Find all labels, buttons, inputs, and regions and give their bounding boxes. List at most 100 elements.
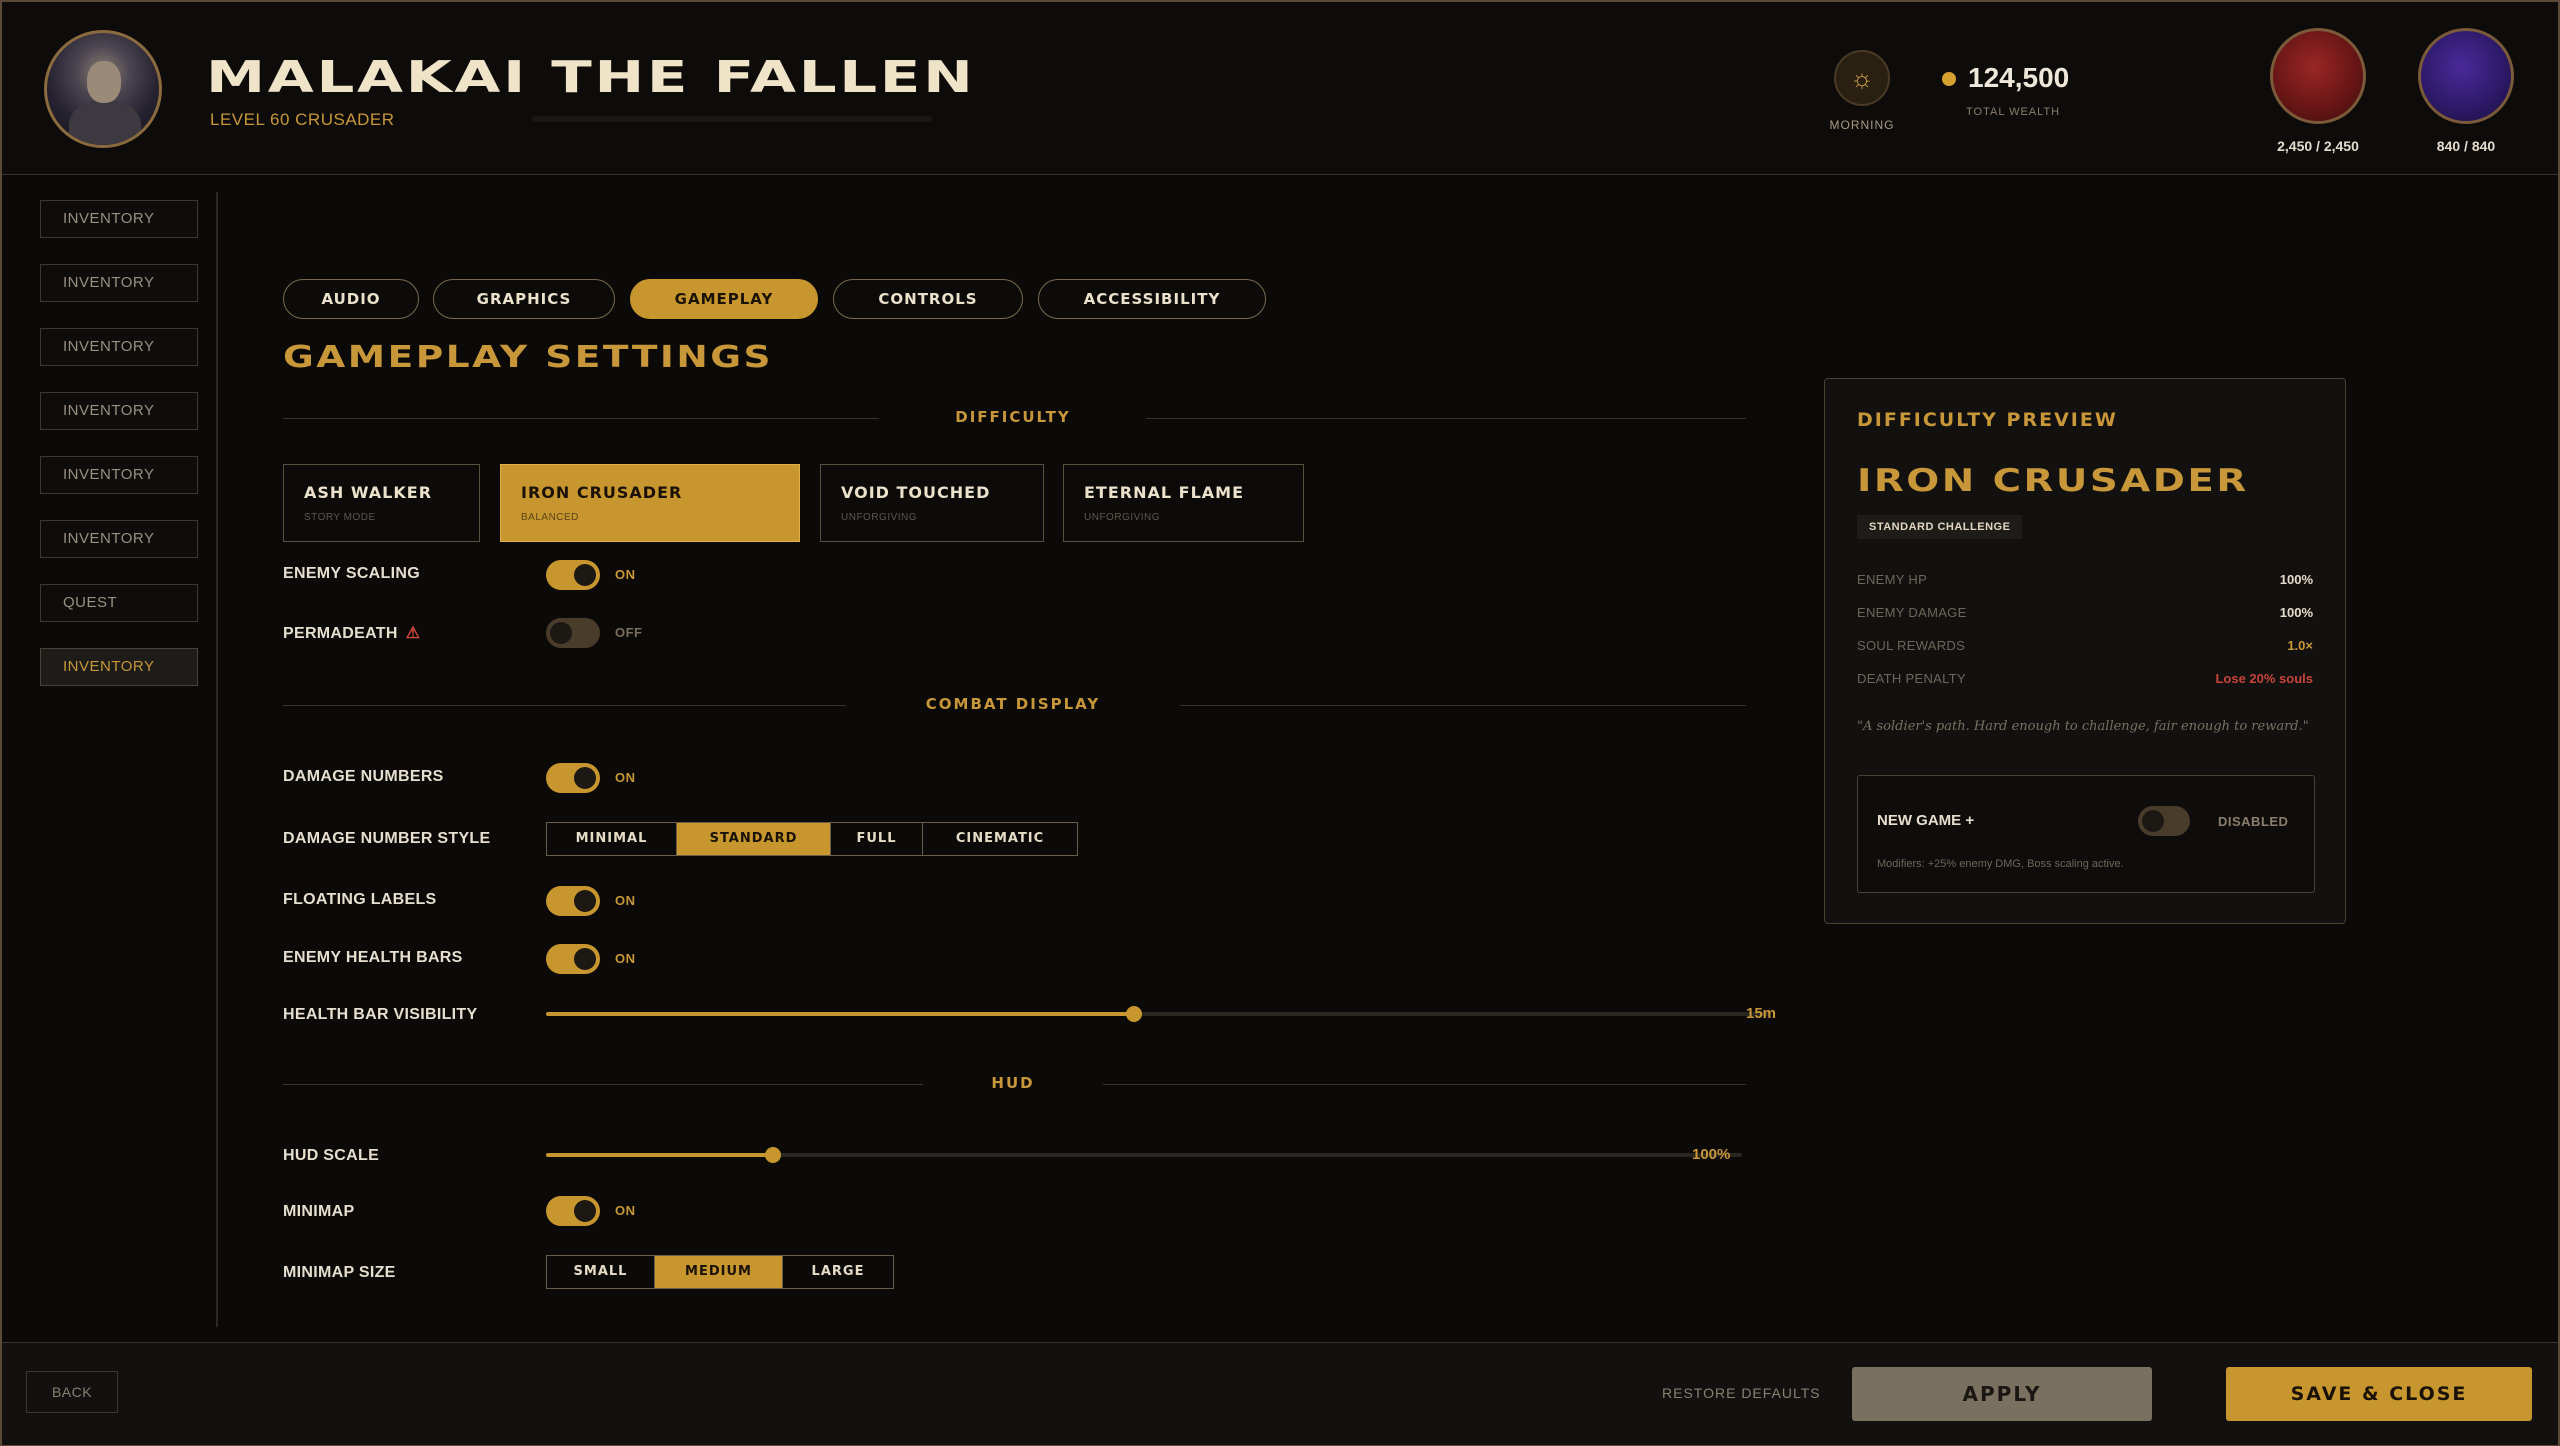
time-of-day-label: MORNING <box>1829 118 1895 132</box>
enemy-health-bars-state: ON <box>615 951 636 966</box>
tab-accessibility[interactable]: ACCESSIBILITY <box>1038 279 1266 319</box>
enemy-scaling-toggle[interactable] <box>546 560 600 590</box>
minimap-label: MINIMAP <box>283 1203 355 1220</box>
health-bar-visibility-slider[interactable] <box>546 1006 1770 1022</box>
sidebar-item-inventory[interactable]: INVENTORY <box>40 264 198 302</box>
floating-labels-toggle[interactable] <box>546 886 600 916</box>
health-bar-visibility-value: 15m <box>1746 1005 1777 1022</box>
permadeath-state: OFF <box>615 625 643 640</box>
floating-labels-label: FLOATING LABELS <box>283 891 437 908</box>
footer-bar: BACK RESTORE DEFAULTS APPLY SAVE & CLOSE <box>2 1342 2558 1445</box>
page-title: GAMEPLAY SETTINGS <box>283 340 774 375</box>
challenge-badge: STANDARD CHALLENGE <box>1857 515 2023 539</box>
slider-handle[interactable] <box>1125 1006 1142 1022</box>
section-divider <box>283 1084 923 1085</box>
section-title-hud: HUD <box>991 1074 1035 1092</box>
difficulty-subtitle: STORY MODE <box>304 512 376 523</box>
permadeath-label: PERMADEATH ⚠ <box>283 623 420 643</box>
damage-number-style-selector: MINIMAL STANDARD FULL CINEMATIC <box>546 822 1078 856</box>
enemy-health-bars-toggle[interactable] <box>546 944 600 974</box>
sidebar-item-quest[interactable]: QUEST <box>40 584 198 622</box>
sidebar-item-inventory[interactable]: INVENTORY <box>40 456 198 494</box>
tab-controls[interactable]: CONTROLS <box>833 279 1023 319</box>
stat-label-death-penalty: DEATH PENALTY <box>1857 671 1966 686</box>
minimap-size-selector: SMALL MEDIUM LARGE <box>546 1255 894 1289</box>
warning-icon: ⚠ <box>405 625 421 642</box>
save-and-close-button[interactable]: SAVE & CLOSE <box>2226 1367 2532 1421</box>
section-divider <box>1180 705 1746 706</box>
damage-numbers-toggle[interactable] <box>546 763 600 793</box>
tab-graphics[interactable]: GRAPHICS <box>433 279 615 319</box>
style-option-minimal[interactable]: MINIMAL <box>547 823 677 855</box>
sidebar-item-inventory[interactable]: INVENTORY <box>40 200 198 238</box>
new-game-plus-label: NEW GAME + <box>1877 812 1975 829</box>
avatar-armor <box>69 101 141 145</box>
sidebar-divider <box>216 192 218 1327</box>
size-option-small[interactable]: SMALL <box>547 1256 655 1288</box>
slider-fill <box>546 1153 774 1157</box>
avatar-face <box>87 61 121 103</box>
sidebar-item-inventory-active[interactable]: INVENTORY <box>40 648 198 686</box>
tab-audio[interactable]: AUDIO <box>283 279 419 319</box>
difficulty-option-iron-crusader[interactable]: IRON CRUSADER BALANCED <box>500 464 800 542</box>
toggle-knob <box>2142 810 2164 832</box>
back-button[interactable]: BACK <box>26 1371 118 1413</box>
difficulty-subtitle: UNFORGIVING <box>841 512 918 523</box>
enemy-scaling-label: ENEMY SCALING <box>283 565 420 582</box>
permadeath-text: PERMADEATH <box>283 625 398 642</box>
permadeath-toggle[interactable] <box>546 618 600 648</box>
health-value: 2,450 / 2,450 <box>2277 138 2359 154</box>
restore-defaults-button[interactable]: RESTORE DEFAULTS <box>1662 1385 1821 1401</box>
wealth-label: TOTAL WEALTH <box>1966 106 2061 118</box>
stat-label-enemy-damage: ENEMY DAMAGE <box>1857 605 1967 620</box>
apply-button[interactable]: APPLY <box>1852 1367 2152 1421</box>
character-header: MALAKAI THE FALLEN LEVEL 60 CRUSADER ☼ M… <box>2 2 2558 175</box>
size-option-medium[interactable]: MEDIUM <box>655 1256 783 1288</box>
style-option-cinematic[interactable]: CINEMATIC <box>923 823 1077 855</box>
health-orb <box>2270 28 2366 124</box>
section-divider <box>1146 418 1746 419</box>
stat-value-enemy-damage: 100% <box>2279 605 2313 620</box>
difficulty-preview-panel: DIFFICULTY PREVIEW IRON CRUSADER STANDAR… <box>1824 378 2346 924</box>
sidebar-item-inventory[interactable]: INVENTORY <box>40 392 198 430</box>
stat-value-soul-rewards: 1.0× <box>2287 638 2313 653</box>
minimap-toggle[interactable] <box>546 1196 600 1226</box>
style-option-full[interactable]: FULL <box>831 823 923 855</box>
difficulty-subtitle: UNFORGIVING <box>1084 512 1161 523</box>
gold-coin-icon <box>1942 72 1956 86</box>
sidebar-item-inventory[interactable]: INVENTORY <box>40 328 198 366</box>
damage-numbers-label: DAMAGE NUMBERS <box>283 768 444 785</box>
toggle-knob <box>574 890 596 912</box>
enemy-scaling-state: ON <box>615 567 636 582</box>
toggle-knob <box>574 948 596 970</box>
preview-difficulty-name: IRON CRUSADER <box>1857 463 2249 499</box>
preview-title: DIFFICULTY PREVIEW <box>1857 409 2118 431</box>
floating-labels-state: ON <box>615 893 636 908</box>
difficulty-flavor-quote: "A soldier's path. Hard enough to challe… <box>1857 719 2309 734</box>
tab-gameplay[interactable]: GAMEPLAY <box>630 279 818 319</box>
stat-value-enemy-hp: 100% <box>2279 572 2313 587</box>
hud-scale-label: HUD SCALE <box>283 1147 380 1164</box>
new-game-plus-box: NEW GAME + DISABLED Modifiers: +25% enem… <box>1857 775 2315 893</box>
hud-scale-slider[interactable] <box>546 1147 1742 1163</box>
new-game-plus-toggle[interactable] <box>2138 806 2190 836</box>
character-avatar <box>44 30 162 148</box>
difficulty-option-void-touched[interactable]: VOID TOUCHED UNFORGIVING <box>820 464 1044 542</box>
difficulty-name: ASH WALKER <box>304 483 433 502</box>
style-option-standard[interactable]: STANDARD <box>677 823 831 855</box>
character-name: MALAKAI THE FALLEN <box>206 52 976 103</box>
slider-fill <box>546 1012 1134 1016</box>
section-divider <box>283 705 846 706</box>
difficulty-option-ash-walker[interactable]: ASH WALKER STORY MODE <box>283 464 480 542</box>
sidebar-item-inventory[interactable]: INVENTORY <box>40 520 198 558</box>
toggle-knob <box>550 622 572 644</box>
difficulty-subtitle: BALANCED <box>521 512 579 523</box>
section-title-combat-display: COMBAT DISPLAY <box>925 695 1101 713</box>
minimap-state: ON <box>615 1203 636 1218</box>
section-title-difficulty: DIFFICULTY <box>955 408 1071 426</box>
difficulty-option-eternal-flame[interactable]: ETERNAL FLAME UNFORGIVING <box>1063 464 1304 542</box>
damage-number-style-label: DAMAGE NUMBER STYLE <box>283 830 491 847</box>
section-divider <box>1103 1084 1746 1085</box>
character-level: LEVEL 60 CRUSADER <box>210 110 395 129</box>
size-option-large[interactable]: LARGE <box>783 1256 893 1288</box>
